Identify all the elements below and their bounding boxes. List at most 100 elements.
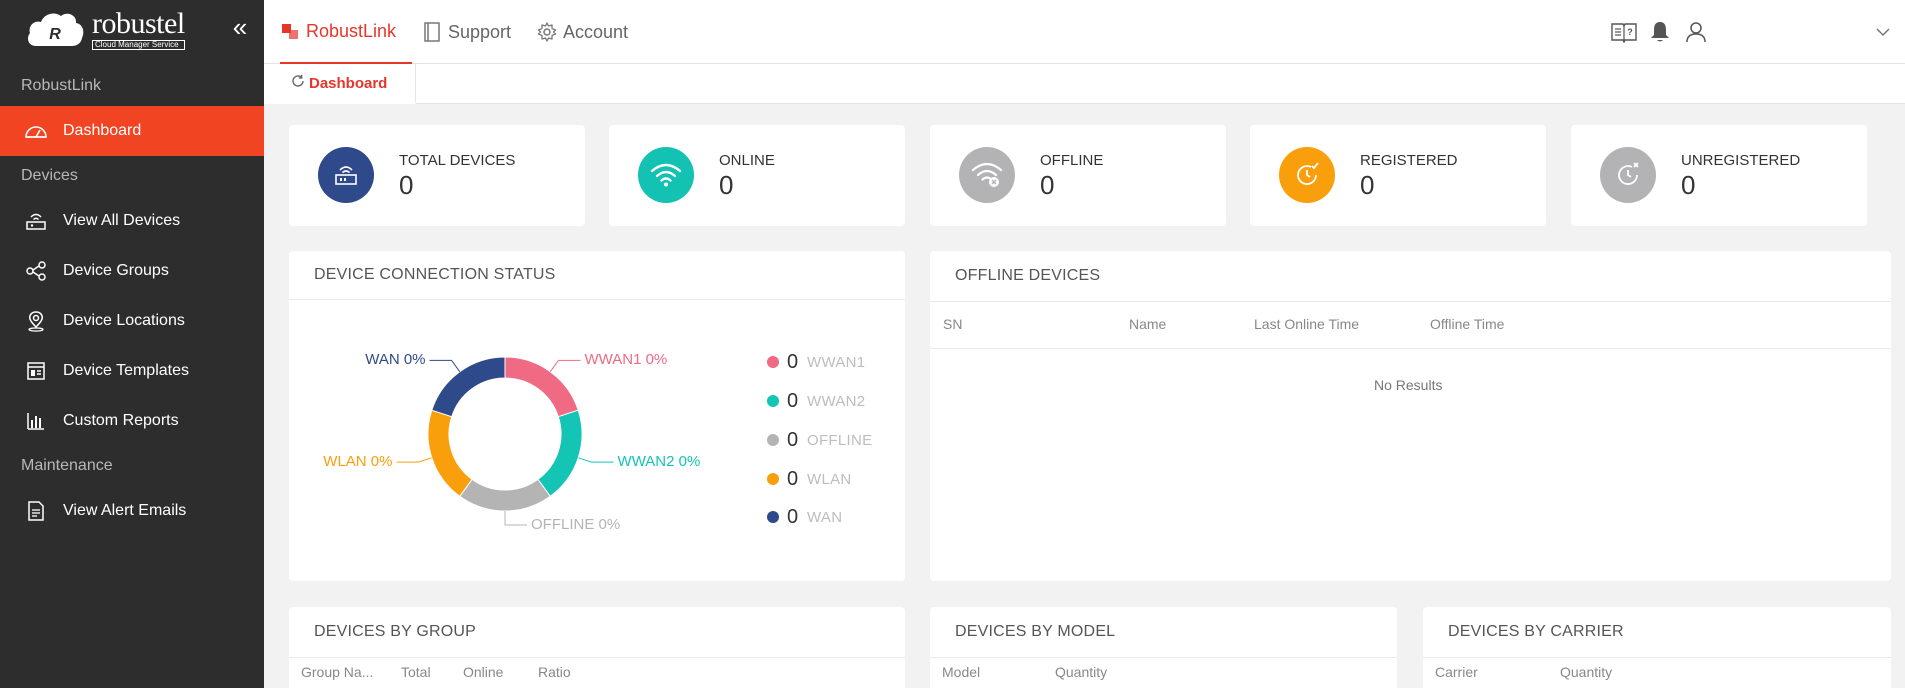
sidebar-item-device-templates[interactable]: Device Templates (0, 346, 264, 396)
devices-by-model-panel: DEVICES BY MODEL Model Quantity (930, 607, 1397, 688)
user-icon[interactable] (1682, 18, 1710, 46)
column-header-last-online-time[interactable]: Last Online Time (1254, 316, 1359, 332)
sidebar-item-device-groups[interactable]: Device Groups (0, 246, 264, 296)
sidebar-item-label: View All Devices (63, 212, 181, 229)
panel-divider (1423, 657, 1891, 658)
donut-label-offline: OFFLINE 0% (531, 516, 621, 533)
stat-card-total-devices: TOTAL DEVICES 0 (289, 125, 585, 226)
donut-slice-wan[interactable] (431, 356, 506, 418)
donut-leader-line (429, 359, 461, 372)
sidebar-item-dashboard[interactable]: Dashboard (0, 106, 264, 156)
donut-label-wan: WAN 0% (365, 351, 426, 369)
sidebar: R robustel Cloud Manager Service « Robus… (0, 0, 264, 688)
page-tab-dashboard[interactable]: Dashboard (264, 64, 416, 104)
sidebar-item-view-all-devices[interactable]: View All Devices (0, 196, 264, 246)
tab-label: RobustLink (306, 20, 397, 41)
legend-value: 0 (787, 389, 799, 412)
column-header-total[interactable]: Total (401, 664, 431, 680)
sidebar-item-label: View Alert Emails (63, 502, 187, 519)
donut-label-wwan2: WWAN2 0% (617, 453, 701, 471)
cloud-logo-icon: R (24, 8, 86, 50)
sidebar-item-custom-reports[interactable]: Custom Reports (0, 396, 264, 446)
location-pin-icon (24, 309, 48, 333)
legend-name: WLAN (807, 470, 852, 488)
column-header-model[interactable]: Model (942, 664, 980, 680)
sidebar-item-label: Device Templates (63, 362, 189, 379)
panel-divider (930, 301, 1891, 302)
panel-divider (289, 657, 905, 658)
donut-label-wlan: WLAN 0% (323, 453, 393, 471)
sidebar-item-label: Device Locations (63, 312, 185, 329)
column-header-quantity[interactable]: Quantity (1055, 664, 1107, 680)
legend-name: WWAN2 (807, 392, 866, 410)
column-header-offline-time[interactable]: Offline Time (1430, 316, 1504, 332)
legend-dot-icon (767, 511, 779, 523)
legend-item-wlan[interactable]: 0 WLAN (767, 468, 852, 490)
logo[interactable]: R robustel Cloud Manager Service « (0, 0, 264, 58)
router-icon (318, 147, 374, 203)
devices-by-group-panel: DEVICES BY GROUP Group Na... Total Onlin… (289, 607, 905, 688)
tab-robustlink[interactable]: RobustLink (280, 0, 413, 64)
collapse-sidebar-button[interactable]: « (228, 14, 252, 40)
column-header-quantity[interactable]: Quantity (1560, 664, 1612, 680)
donut-slice-wwan2[interactable] (537, 409, 583, 497)
document-icon (24, 499, 48, 523)
template-icon (24, 359, 48, 383)
sidebar-item-label: Device Groups (63, 262, 169, 279)
sidebar-item-view-alert-emails[interactable]: View Alert Emails (0, 486, 264, 536)
tab-account[interactable]: Account (537, 0, 628, 64)
sidebar-item-device-locations[interactable]: Device Locations (0, 296, 264, 346)
logo-subtitle: Cloud Manager Service (92, 39, 185, 50)
chevron-down-icon[interactable] (1869, 18, 1897, 46)
donut-label-wwan1: WWAN1 0% (584, 351, 668, 369)
legend-value: 0 (787, 428, 799, 451)
tab-support[interactable]: Support (422, 0, 511, 64)
no-results-text: No Results (1374, 377, 1443, 393)
legend-value: 0 (787, 467, 799, 490)
stat-value: 0 (1360, 170, 1375, 200)
column-header-carrier[interactable]: Carrier (1435, 664, 1478, 680)
donut-leader-line (549, 359, 581, 372)
column-header-online[interactable]: Online (463, 664, 503, 680)
legend-dot-icon (767, 473, 779, 485)
stat-label: ONLINE (719, 152, 775, 169)
legend-item-wwan2[interactable]: 0 WWAN2 (767, 390, 865, 412)
panel-title: DEVICES BY GROUP (314, 623, 477, 640)
panel-title: DEVICES BY MODEL (955, 623, 1116, 640)
column-header-group-name[interactable]: Group Na... (301, 664, 373, 680)
svg-text:R: R (49, 26, 61, 43)
legend-item-wan[interactable]: 0 WAN (767, 506, 842, 528)
donut-slice-wwan1[interactable] (504, 356, 579, 418)
robustlink-icon (280, 21, 300, 41)
legend-item-wwan1[interactable]: 0 WWAN1 (767, 351, 865, 373)
legend-value: 0 (787, 505, 799, 528)
stat-card-unregistered: UNREGISTERED 0 (1571, 125, 1867, 226)
legend-item-offline[interactable]: 0 OFFLINE (767, 429, 872, 451)
manual-book-icon[interactable]: ? (1610, 18, 1638, 46)
section-robustlink: RobustLink (21, 77, 102, 94)
svg-text:?: ? (1627, 27, 1633, 37)
bell-icon[interactable] (1646, 18, 1674, 46)
donut-leader-line (578, 457, 614, 463)
column-header-name[interactable]: Name (1129, 316, 1166, 332)
gear-icon (537, 22, 557, 42)
column-header-ratio[interactable]: Ratio (538, 664, 571, 680)
legend-name: OFFLINE (807, 431, 873, 449)
stat-card-online: ONLINE 0 (609, 125, 905, 226)
donut-leader-line (396, 457, 432, 463)
wifi-off-icon (959, 147, 1015, 203)
clock-check-icon (1279, 147, 1335, 203)
stat-label: REGISTERED (1360, 152, 1458, 169)
stat-card-offline: OFFLINE 0 (930, 125, 1226, 226)
panel-title: OFFLINE DEVICES (955, 267, 1101, 284)
section-maintenance: Maintenance (21, 457, 113, 474)
dashboard-gauge-icon (24, 119, 48, 143)
donut-slice-wlan[interactable] (427, 409, 473, 497)
donut-slice-offline[interactable] (459, 478, 551, 512)
stat-label: OFFLINE (1040, 152, 1104, 169)
table-header-divider (930, 348, 1891, 349)
stat-value: 0 (1040, 170, 1055, 200)
column-header-sn[interactable]: SN (943, 316, 962, 332)
clock-x-icon (1600, 147, 1656, 203)
stat-value: 0 (1681, 170, 1696, 200)
